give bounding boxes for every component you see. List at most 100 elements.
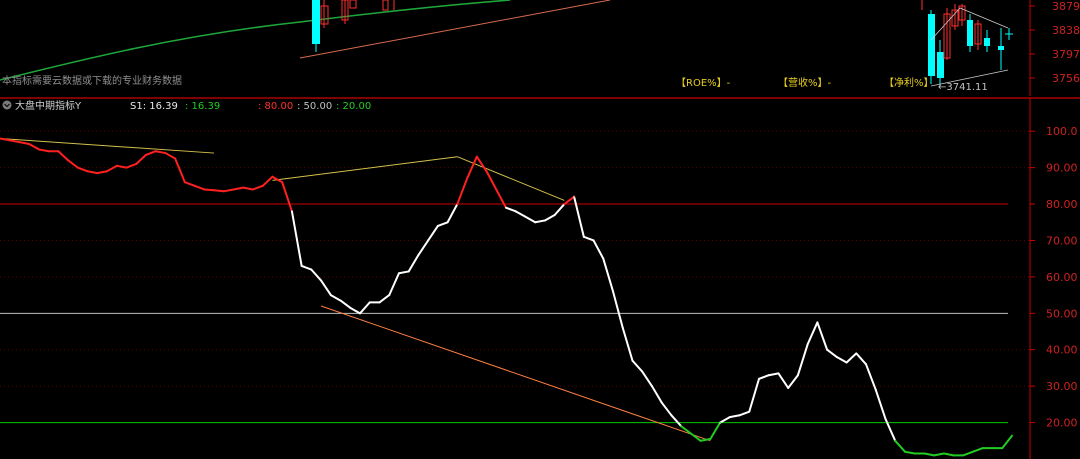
data-point [77, 167, 79, 169]
series-segment [719, 416, 731, 424]
data-point [417, 254, 420, 256]
data-point [700, 440, 702, 442]
y-tick-label: 40.00 [1046, 344, 1078, 357]
series-segment [806, 321, 819, 346]
series-segment [845, 352, 858, 364]
series-segment [524, 215, 537, 224]
data-point [923, 452, 926, 455]
indicator-header: 大盘中期指标Y S1: 16.39 : 16.39 : 80.00 : 50.0… [2, 99, 371, 112]
data-point [651, 385, 653, 387]
series-segment [407, 254, 420, 273]
data-point [164, 152, 167, 154]
top-y-tick-label: 3879 [1052, 0, 1080, 13]
data-point [709, 438, 711, 440]
series-segment [874, 388, 887, 420]
s1-label: S1: 16.39 [130, 101, 178, 112]
data-point [554, 214, 556, 216]
series-segment [67, 159, 79, 169]
series-segment [495, 188, 507, 209]
reference-lines [0, 203, 1008, 424]
data-point [48, 150, 50, 152]
series-segment [28, 142, 40, 151]
data-point [242, 187, 244, 189]
data-point [894, 440, 896, 442]
data-point [349, 307, 351, 309]
data-point [485, 170, 488, 172]
data-point [991, 447, 994, 449]
financial-data-notice: 本指标需要云数据或下载的专业财务数据 [2, 74, 182, 87]
data-point [943, 452, 945, 455]
series-segment [796, 343, 809, 377]
series-segment [738, 410, 751, 417]
series-segment [232, 186, 245, 191]
series-segment [475, 155, 488, 173]
data-point [670, 414, 673, 416]
series-segment [835, 356, 848, 364]
indicator-name[interactable]: 大盘中期指标Y [15, 99, 82, 112]
series-segment [962, 450, 975, 457]
level-mid-label: : 50.00 [297, 101, 332, 112]
series-segment [855, 352, 868, 366]
data-point [797, 374, 799, 376]
data-point [18, 141, 21, 143]
data-point [174, 157, 176, 160]
collapse-icon[interactable] [2, 100, 12, 110]
series-segment [816, 321, 829, 351]
top-y-tick-label: 3797 [1052, 48, 1080, 61]
data-point [962, 454, 964, 456]
series-segment [144, 150, 157, 156]
data-point [339, 299, 342, 302]
indicator-series [0, 137, 1013, 457]
data-point [86, 170, 89, 172]
series-segment [894, 439, 906, 453]
data-point [563, 203, 565, 205]
series-segment [923, 452, 936, 457]
series-segment [417, 239, 430, 257]
data-point [884, 418, 887, 420]
data-point [194, 185, 196, 187]
data-point [875, 389, 877, 391]
series-segment [154, 150, 167, 155]
data-point [57, 150, 59, 152]
data-point [505, 207, 507, 209]
series-segment [115, 164, 128, 169]
series-segment [660, 401, 673, 417]
data-point [38, 148, 40, 151]
data-point [262, 185, 264, 187]
data-point [524, 216, 527, 218]
level-high-label: : 80.00 [258, 101, 293, 112]
data-point [544, 219, 546, 222]
data-point [631, 360, 634, 362]
series-segment [748, 377, 760, 413]
revenue-label: 【营收%】- [778, 76, 832, 89]
series-segment [942, 452, 955, 457]
data-point [301, 265, 303, 267]
data-point [9, 139, 11, 141]
data-point [203, 188, 205, 191]
level-low-label: : 20.00 [336, 101, 371, 112]
data-point [515, 210, 517, 212]
candlesticks-right [921, 0, 1013, 86]
data-point [495, 188, 497, 191]
data-point [476, 156, 478, 158]
data-point [28, 143, 30, 145]
series-segment [378, 294, 391, 304]
data-point [437, 225, 439, 227]
data-point [855, 352, 857, 354]
series-segment [553, 203, 566, 216]
data-point [232, 188, 235, 191]
series-segment [193, 184, 206, 191]
data-point [330, 294, 332, 296]
data-point [914, 452, 916, 455]
series-segment [427, 224, 439, 242]
top-y-ticks [1030, 5, 1035, 79]
series-segment [563, 195, 576, 206]
price-trendline [299, 0, 611, 59]
series-segment [183, 181, 196, 187]
data-point [865, 363, 867, 365]
data-point [758, 378, 760, 380]
data-point [661, 401, 663, 404]
y-tick-label: 80.00 [1046, 198, 1078, 211]
series-segment [602, 257, 615, 293]
data-point [310, 269, 312, 271]
